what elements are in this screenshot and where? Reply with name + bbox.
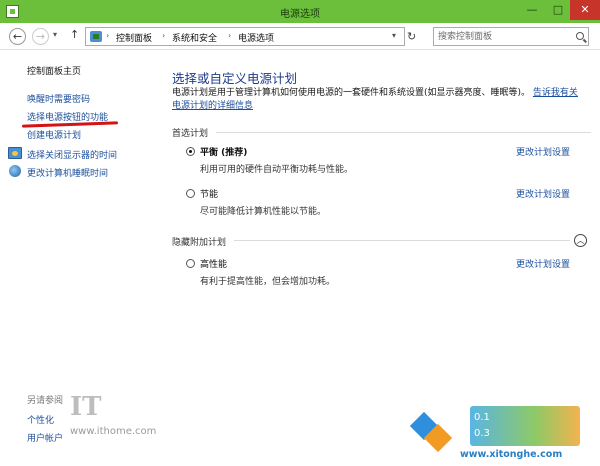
maximize-button[interactable]: □ [545, 0, 571, 20]
change-plan-settings-balanced[interactable]: 更改计划设置 [516, 145, 570, 158]
divider [234, 240, 570, 241]
xitonghe-watermark: 0.1 0.3 www.xitonghe.com [409, 406, 580, 462]
search-box[interactable] [433, 27, 589, 46]
plan-power-saver-description: 尽可能降低计算机性能以节能。 [200, 207, 327, 217]
plan-high-performance-description: 有利于提高性能，但会增加功耗。 [200, 277, 336, 287]
title-bar: 电源选项 — □ ✕ [0, 0, 600, 23]
window-title: 电源选项 [280, 9, 320, 20]
speed-overlay: 0.1 0.3 [470, 406, 580, 446]
refresh-icon[interactable]: ↻ [407, 30, 416, 43]
see-also-label: 另请参阅 [27, 396, 64, 406]
breadcrumb-system-security[interactable]: 系统和安全 [172, 31, 217, 44]
forward-button[interactable]: → [32, 28, 49, 45]
change-plan-settings-power-saver[interactable]: 更改计划设置 [516, 187, 570, 200]
plan-high-performance-name[interactable]: 高性能 [200, 257, 227, 270]
breadcrumb-separator[interactable]: › [228, 31, 231, 40]
monitor-icon [8, 147, 22, 159]
plan-power-saver-name[interactable]: 节能 [200, 187, 218, 200]
sidebar-item-create-plan[interactable]: 创建电源计划 [27, 128, 81, 141]
speed-readout: 0.1 [474, 412, 490, 423]
divider [216, 132, 591, 133]
address-bar[interactable]: › 控制面板 › 系统和安全 › 电源选项 ▾ [85, 27, 405, 46]
sidebar-home-link[interactable]: 控制面板主页 [27, 64, 81, 77]
plan-high-performance-radio[interactable] [186, 259, 195, 268]
sidebar-item-display-off[interactable]: 选择关闭显示器的时间 [27, 148, 117, 161]
sidebar-item-power-button[interactable]: 选择电源按钮的功能 [27, 110, 108, 123]
chevron-up-icon[interactable]: ︿ [574, 234, 587, 247]
plan-balanced-radio[interactable] [186, 147, 195, 156]
preferred-plans-label: 首选计划 [172, 129, 209, 139]
xitonghe-logo-icon [409, 410, 456, 456]
minimize-button[interactable]: — [519, 0, 545, 20]
ithome-watermark-logo: IT [70, 392, 102, 422]
speed-readout: 0.3 [474, 428, 490, 439]
see-also-user-accounts[interactable]: 用户帐户 [27, 431, 63, 444]
control-panel-icon [90, 31, 102, 42]
plan-balanced-description: 利用可用的硬件自动平衡功耗与性能。 [200, 165, 354, 175]
breadcrumb-power-options[interactable]: 电源选项 [238, 31, 274, 44]
breadcrumb-separator[interactable]: › [106, 31, 109, 40]
globe-icon [9, 165, 21, 177]
breadcrumb-separator[interactable]: › [162, 31, 165, 40]
ithome-watermark-url: www.ithome.com [70, 426, 157, 437]
breadcrumb-control-panel[interactable]: 控制面板 [116, 31, 152, 44]
navigation-bar: ← → ▾ ↑ › 控制面板 › 系统和安全 › 电源选项 ▾ ↻ [0, 23, 600, 50]
sidebar-item-wake-password[interactable]: 唤醒时需要密码 [27, 92, 90, 105]
plan-power-saver-radio[interactable] [186, 189, 195, 198]
page-title: 选择或自定义电源计划 [172, 71, 298, 86]
back-button[interactable]: ← [9, 28, 26, 45]
xitonghe-watermark-url: www.xitonghe.com [460, 449, 563, 460]
close-button[interactable]: ✕ [570, 0, 600, 20]
description-text: 电源计划是用于管理计算机如何使用电源的一套硬件和系统设置(如显示器亮度、睡眠等)… [172, 88, 531, 98]
change-plan-settings-high-performance[interactable]: 更改计划设置 [516, 257, 570, 270]
page-description: 电源计划是用于管理计算机如何使用电源的一套硬件和系统设置(如显示器亮度、睡眠等)… [172, 87, 582, 113]
recent-locations-dropdown[interactable]: ▾ [53, 30, 57, 39]
see-also-personalization[interactable]: 个性化 [27, 413, 54, 426]
plan-balanced-name[interactable]: 平衡 (推荐) [200, 145, 247, 158]
up-button[interactable]: ↑ [70, 28, 79, 41]
search-input[interactable] [434, 28, 572, 45]
hidden-plans-label[interactable]: 隐藏附加计划 [172, 235, 226, 248]
address-dropdown[interactable]: ▾ [392, 31, 396, 40]
sidebar-item-sleep-time[interactable]: 更改计算机睡眠时间 [27, 166, 108, 179]
search-icon[interactable] [576, 32, 584, 40]
